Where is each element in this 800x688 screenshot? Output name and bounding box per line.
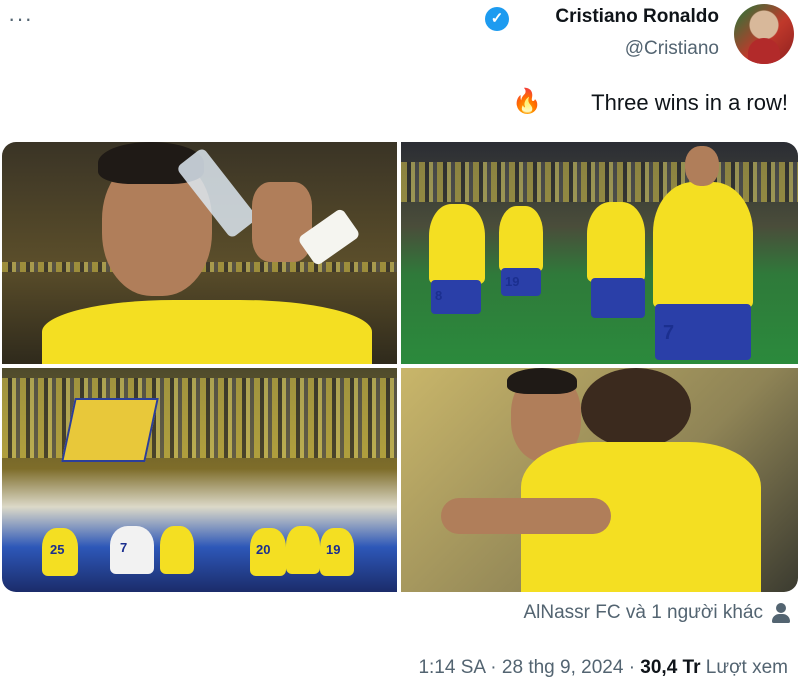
jersey-number: 19 bbox=[505, 274, 520, 289]
views-count: 30,4 Tr bbox=[640, 657, 701, 678]
teammate-head bbox=[581, 368, 691, 448]
shorts: 7 bbox=[655, 304, 751, 360]
media-grid: 8 19 7 25 20 19 7 bbox=[2, 142, 798, 592]
jersey bbox=[42, 300, 372, 364]
jersey-number: 19 bbox=[326, 542, 341, 557]
separator: · bbox=[490, 657, 497, 678]
verified-badge-icon: ✓ bbox=[485, 7, 509, 31]
tweet-meta: 1:14 SA · 28 thg 9, 2024 · 30,4 Tr Lượt … bbox=[418, 657, 788, 679]
shorts: 19 bbox=[501, 268, 541, 296]
jersey-number: 25 bbox=[50, 542, 65, 557]
jersey-number: 20 bbox=[256, 542, 271, 557]
jersey: 19 bbox=[320, 528, 354, 576]
photo-drinking[interactable] bbox=[2, 142, 397, 364]
person-icon bbox=[771, 602, 791, 624]
photo-hug[interactable] bbox=[401, 368, 798, 592]
crowd-stand bbox=[2, 378, 397, 458]
photo-fans[interactable]: 25 20 19 7 bbox=[2, 368, 397, 592]
user-handle[interactable]: @Cristiano bbox=[625, 38, 719, 60]
jersey bbox=[653, 182, 753, 308]
jersey bbox=[429, 204, 485, 284]
player-hand bbox=[252, 182, 312, 262]
jersey bbox=[160, 526, 194, 574]
jersey-number: 8 bbox=[435, 288, 443, 303]
shorts: 8 bbox=[431, 280, 481, 314]
jersey-number: 7 bbox=[120, 540, 128, 555]
views-label: Lượt xem bbox=[705, 657, 788, 678]
tweet-text: Three wins in a row! bbox=[591, 90, 788, 115]
club-flag bbox=[61, 398, 159, 462]
white-shirt: 7 bbox=[110, 526, 154, 574]
display-name[interactable]: Cristiano Ronaldo bbox=[555, 6, 719, 28]
player-head bbox=[685, 146, 719, 186]
jersey bbox=[286, 526, 320, 574]
tweet-time[interactable]: 1:14 SA bbox=[418, 657, 485, 678]
jersey: 20 bbox=[250, 528, 286, 576]
tagged-accounts-link[interactable]: AlNassr FC và 1 người khác bbox=[523, 602, 763, 624]
jersey bbox=[499, 206, 543, 272]
photo-celebration[interactable]: 8 19 7 bbox=[401, 142, 798, 364]
more-options-button[interactable]: ··· bbox=[8, 6, 33, 32]
player-arm bbox=[441, 498, 611, 534]
jersey bbox=[587, 202, 645, 282]
jersey: 25 bbox=[42, 528, 78, 576]
tweet-date[interactable]: 28 thg 9, 2024 bbox=[502, 657, 624, 678]
avatar[interactable] bbox=[734, 4, 794, 64]
shorts bbox=[591, 278, 645, 318]
jersey-number: 7 bbox=[663, 322, 675, 344]
player-hair bbox=[507, 368, 577, 394]
fire-emoji: 🔥 bbox=[512, 88, 542, 115]
separator: · bbox=[628, 657, 636, 678]
